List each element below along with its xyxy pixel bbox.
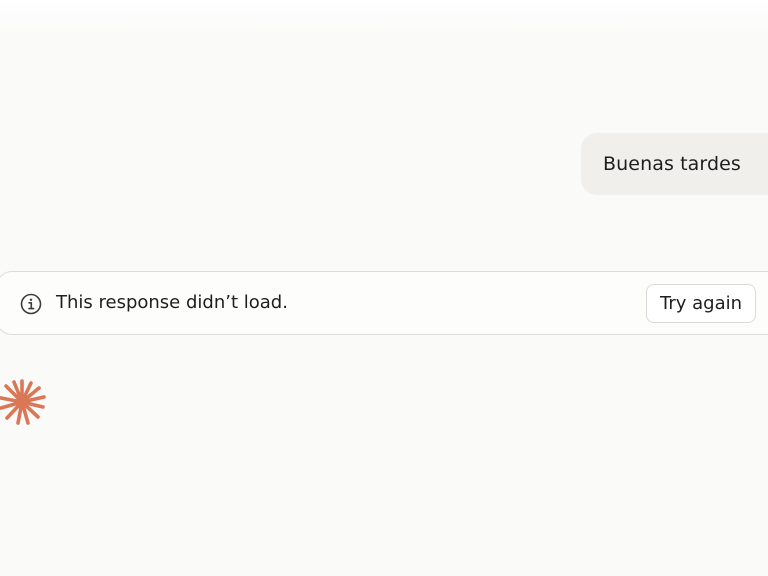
error-message: This response didn’t load. xyxy=(56,292,288,313)
try-again-button[interactable]: Try again xyxy=(646,284,756,323)
info-icon xyxy=(20,293,42,315)
chat-view: Buenas tardes This response didn’t load.… xyxy=(0,0,768,576)
user-message-text: Buenas tardes xyxy=(603,153,741,175)
user-message-bubble: Buenas tardes xyxy=(581,133,768,195)
spark-icon xyxy=(0,379,46,425)
top-fade xyxy=(0,0,768,36)
